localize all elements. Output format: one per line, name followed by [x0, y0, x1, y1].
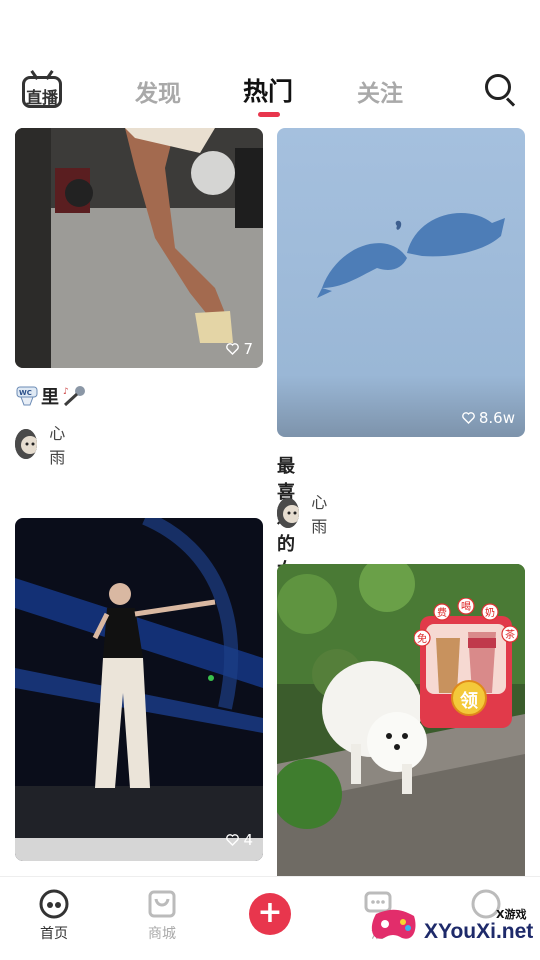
card-title-text: 里 — [41, 387, 59, 408]
tab-following[interactable]: 关注 — [357, 74, 403, 108]
promo-char: 奶 — [485, 608, 495, 619]
card-thumbnail[interactable]: 4 — [15, 518, 263, 861]
gamepad-logo-icon — [371, 909, 416, 939]
tab-bar: 发现 热门 关注 — [0, 60, 540, 122]
nav-mall[interactable]: 商城 — [132, 889, 192, 943]
promo-claim-label: 领 — [460, 691, 478, 712]
search-icon-handle — [505, 97, 516, 107]
nav-home[interactable]: 首页 — [24, 889, 84, 943]
like-count: 4 — [226, 831, 253, 849]
whales-illustration — [277, 128, 525, 437]
gym-photo — [15, 128, 263, 368]
avatar[interactable] — [277, 498, 300, 528]
shopping-bag-icon — [148, 890, 176, 918]
add-post-button[interactable]: + — [249, 893, 291, 935]
search-icon — [485, 74, 511, 100]
nav-home-label: 首页 — [40, 926, 68, 942]
heart-icon — [462, 412, 475, 424]
avatar-image — [15, 429, 38, 459]
top-nav: 直播 发现 热门 关注 — [0, 60, 540, 122]
promo-char: 茶 — [505, 630, 515, 641]
tab-hot[interactable]: 热门 — [243, 72, 293, 108]
card-thumbnail[interactable]: 7 — [15, 128, 263, 368]
promo-char: 免 — [417, 634, 427, 645]
heart-icon — [226, 343, 240, 355]
promo-badge[interactable]: 免 费 喝 奶 茶 领 — [413, 597, 519, 732]
author-name: 心雨 — [311, 493, 328, 536]
promo-char: 喝 — [461, 602, 471, 613]
like-count: 8.6w — [462, 409, 515, 427]
nav-mall-label: 商城 — [148, 926, 176, 942]
stage-photo — [15, 518, 263, 861]
promo-char: 费 — [437, 608, 447, 619]
heart-icon — [226, 834, 240, 846]
avatar[interactable] — [15, 429, 38, 459]
like-count: 7 — [226, 340, 253, 358]
microphone-emoji-icon: ♪ — [63, 386, 85, 407]
like-count-value: 8.6w — [478, 409, 515, 427]
home-icon — [39, 889, 69, 919]
author-name: 心雨 — [49, 424, 66, 467]
active-tab-indicator — [258, 112, 280, 117]
toilet-emoji-icon: WC — [16, 386, 38, 406]
avatar-image — [277, 498, 300, 528]
search-button[interactable] — [485, 74, 517, 107]
card-author[interactable]: 心雨 — [277, 489, 335, 537]
site-watermark: X游戏 XYouXi.net — [370, 898, 540, 958]
tab-discover[interactable]: 发现 — [135, 74, 181, 108]
watermark-text: XYouXi.net — [424, 920, 534, 943]
card-author[interactable]: 心雨 — [15, 420, 73, 468]
card-thumbnail[interactable]: 8.6w — [277, 128, 525, 437]
svg-text:♪: ♪ — [63, 387, 69, 397]
like-count-value: 7 — [243, 340, 253, 358]
svg-text:WC: WC — [19, 389, 32, 397]
card-title[interactable]: WC 里 ♪ — [15, 383, 87, 409]
like-count-value: 4 — [243, 831, 253, 849]
